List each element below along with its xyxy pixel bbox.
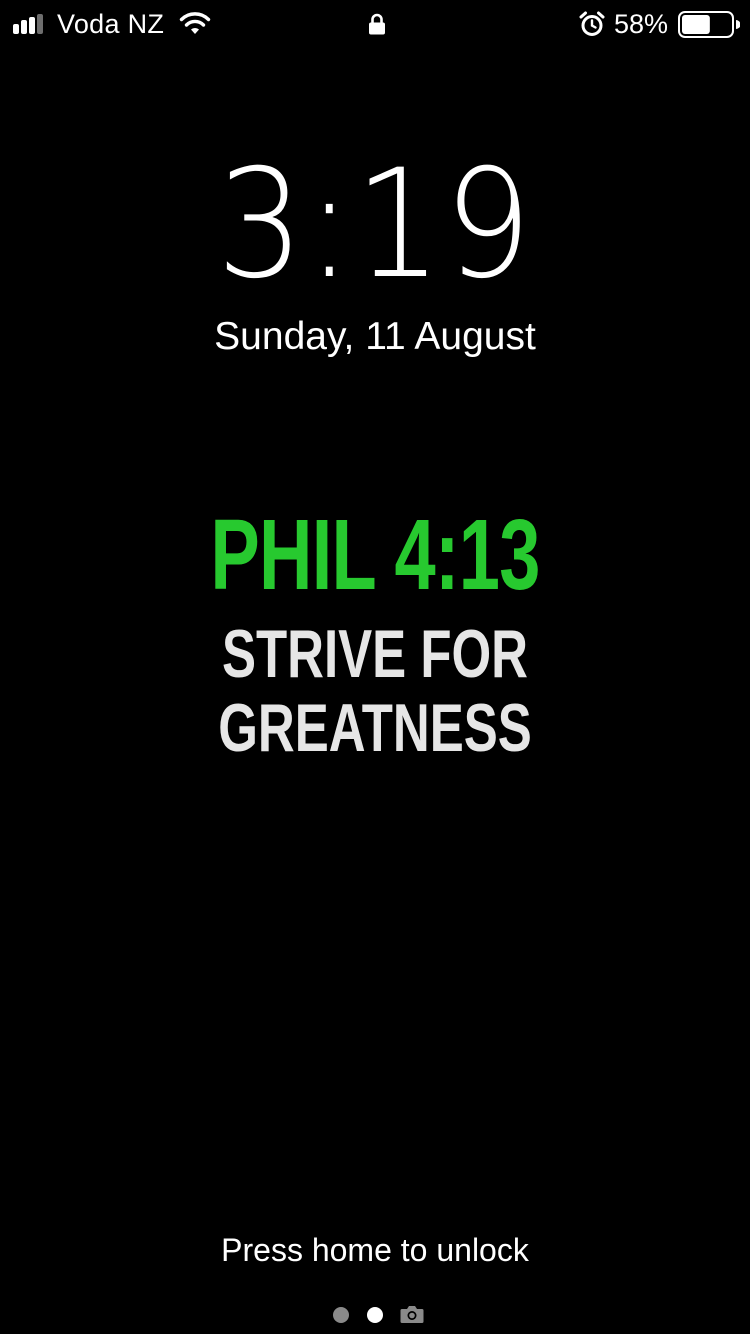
page-indicator[interactable] (331, 1303, 431, 1325)
wallpaper-motto: STRIVE FOR GREATNESS (218, 616, 532, 766)
battery-icon (678, 11, 740, 38)
page-dot-2[interactable] (367, 1307, 383, 1323)
alarm-icon (579, 11, 605, 36)
signal-icon (13, 14, 43, 34)
carrier-name: Voda NZ (57, 9, 165, 39)
wallpaper-verse: PHIL 4:13 (210, 499, 540, 611)
status-bar: Voda NZ 58% (0, 0, 750, 48)
page-dot-1[interactable] (333, 1307, 349, 1323)
wifi-icon (179, 12, 211, 34)
lock-date: Sunday, 11 August (214, 315, 536, 358)
lock-icon (369, 13, 385, 35)
battery-percent: 58% (614, 9, 669, 39)
camera-icon[interactable] (400, 1304, 424, 1324)
lock-time: 3:19 (216, 138, 534, 312)
unlock-hint: Press home to unlock (221, 1232, 529, 1268)
